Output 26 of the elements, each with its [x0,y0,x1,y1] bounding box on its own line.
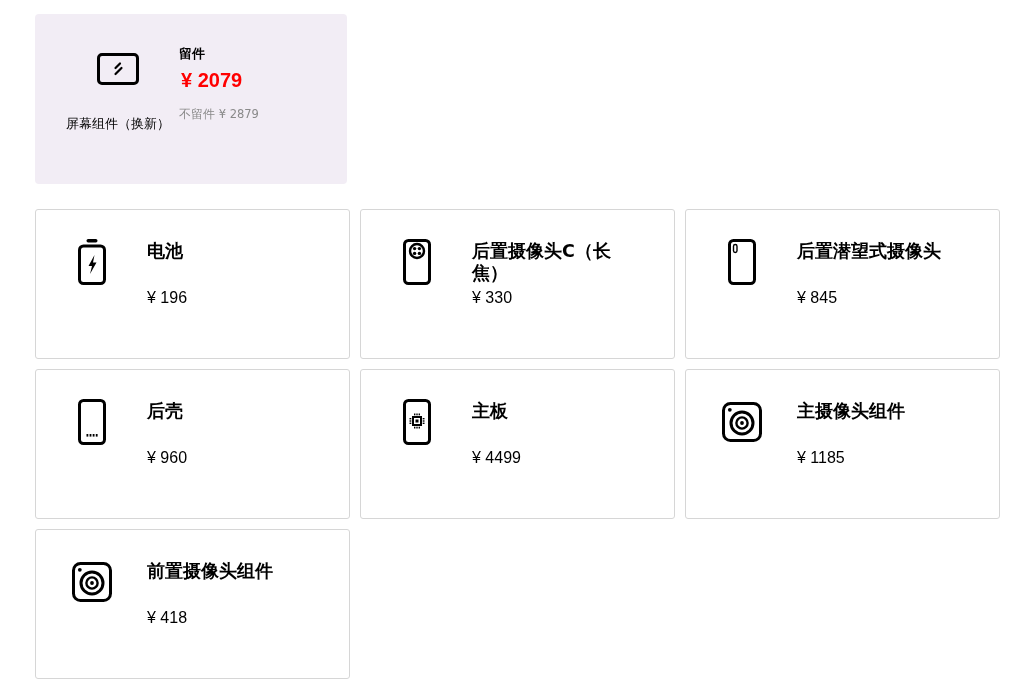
part-name: 屏幕组件（换新） [66,115,170,133]
phone-icon [78,399,106,445]
part-price: ¥ 4499 [472,448,521,468]
camera-lens-icon [72,562,112,602]
camera-lens-icon [722,402,762,442]
part-title: 电池 [147,240,183,263]
screen-icon [97,53,139,85]
keep-price: ¥ 2079 [180,68,243,93]
part-price: ¥ 845 [797,288,838,308]
part-price: ¥ 960 [147,448,188,468]
phone-chip-icon [403,399,431,445]
part-title: 主摄像头组件 [797,400,905,423]
no-keep-price: 不留件 ¥ 2879 [179,107,259,121]
part-title: 后置摄像头C（长焦） [472,240,612,284]
part-title: 主板 [472,400,508,423]
keep-label: 留件 [179,46,205,62]
part-title: 前置摄像头组件 [147,560,273,583]
part-price: ¥ 196 [147,288,188,308]
part-title: 后壳 [147,400,183,423]
part-price: ¥ 1185 [797,448,845,468]
part-price: ¥ 418 [147,608,188,628]
part-title: 后置潜望式摄像头 [797,240,941,263]
battery-icon [78,239,106,285]
part-price: ¥ 330 [472,288,513,308]
phone-lens-icon [728,239,756,285]
phone-camera-icon [403,239,431,285]
